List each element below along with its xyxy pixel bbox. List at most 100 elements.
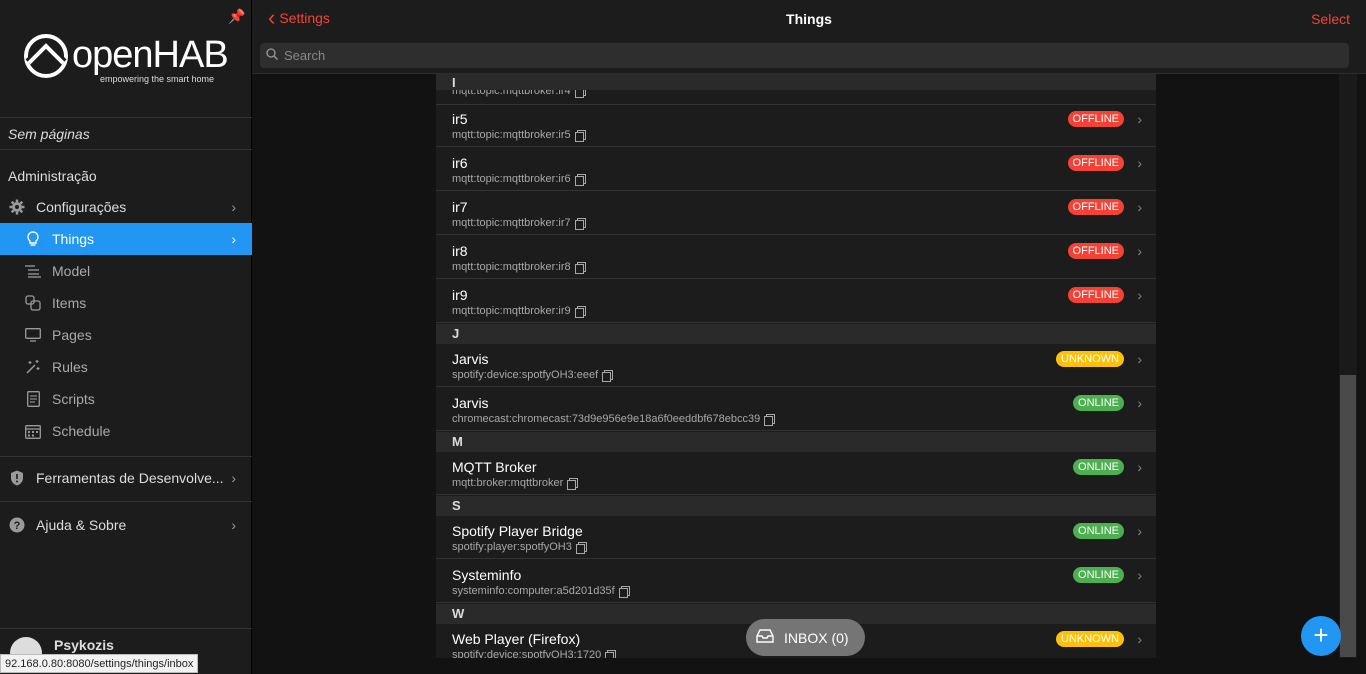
pin-icon[interactable]: 📌 — [228, 8, 245, 25]
status-badge: OFFLINE — [1067, 199, 1124, 215]
sidebar-item-help[interactable]: ? Ajuda & Sobre › — [0, 509, 252, 541]
copy-icon[interactable] — [602, 369, 614, 382]
list-item[interactable]: ir6 mqtt:topic:mqttbroker:ir6 OFFLINE › — [436, 148, 1156, 191]
list-icon — [25, 263, 41, 279]
sidebar-item-label: Scripts — [52, 391, 95, 407]
chevron-right-icon: › — [1137, 395, 1142, 411]
thing-name: MQTT Broker — [452, 459, 537, 475]
status-badge: OFFLINE — [1067, 287, 1124, 303]
status-badge: UNKNOWN — [1055, 351, 1124, 367]
copy-icon[interactable] — [574, 129, 586, 142]
group-header: I — [436, 74, 1156, 90]
copy-icon[interactable] — [764, 413, 776, 426]
chevron-right-icon: › — [1137, 155, 1142, 171]
sidebar-item-label: Configurações — [36, 199, 127, 215]
list-item[interactable]: ir9 mqtt:topic:mqttbroker:ir9 OFFLINE › — [436, 280, 1156, 323]
no-pages-label: Sem páginas — [8, 126, 90, 142]
status-badge: OFFLINE — [1067, 111, 1124, 127]
sidebar-item-configuracoes[interactable]: Configurações › — [0, 191, 252, 223]
sidebar-item-label: Things — [52, 231, 95, 247]
sidebar-item-pages[interactable]: Pages — [0, 319, 252, 351]
inbox-label: INBOX (0) — [784, 629, 849, 646]
select-button[interactable]: Select — [1311, 11, 1350, 27]
chevron-right-icon: › — [1137, 111, 1142, 127]
group-header: M — [436, 432, 1156, 452]
thing-uid: spotify:device:spotfyOH3:1720 — [452, 649, 617, 658]
sidebar-item-label: Pages — [52, 327, 92, 343]
items-icon — [25, 295, 41, 311]
thing-uid: mqtt:broker:mqttbroker — [452, 477, 579, 490]
sidebar-item-label: Schedule — [52, 423, 111, 439]
sidebar-item-things[interactable]: Things › — [0, 223, 252, 255]
list-item[interactable]: Spotify Player Bridge spotify:player:spot… — [436, 516, 1156, 559]
copy-icon[interactable] — [605, 649, 617, 658]
thing-name: ir6 — [452, 155, 468, 171]
thing-name: ir9 — [452, 287, 468, 303]
help-icon: ? — [9, 517, 25, 533]
copy-icon[interactable] — [567, 477, 579, 490]
list-item[interactable]: Jarvis spotify:device:spotfyOH3:eeef UNKNO… — [436, 344, 1156, 387]
scrollbar-thumb[interactable] — [1340, 375, 1356, 657]
chevron-right-icon: › — [1137, 243, 1142, 259]
wand-icon — [25, 359, 41, 375]
thing-uid: spotify:device:spotfyOH3:eeef — [452, 369, 614, 382]
copy-icon[interactable] — [574, 217, 586, 230]
thing-name: Spotify Player Bridge — [452, 523, 583, 539]
things-list: mqtt:topic:mqttbroker:ir4 I ir5 mqtt:topi… — [436, 74, 1156, 658]
list-item[interactable]: Systeminfo systeminfo:computer:a5d201d35f… — [436, 560, 1156, 603]
inbox-button[interactable]: INBOX (0) — [746, 619, 865, 656]
gear-icon — [9, 199, 25, 215]
copy-icon[interactable] — [574, 261, 586, 274]
navbar: ‹ Settings Things Select — [252, 0, 1366, 74]
sidebar-item-label: Ferramentas de Desenvolve... — [36, 470, 224, 486]
chevron-right-icon: › — [1137, 199, 1142, 215]
openhab-logo[interactable]: openHAB empowering the smart home — [24, 32, 229, 84]
sidebar-item-label: Ajuda & Sobre — [36, 517, 127, 533]
monitor-icon — [25, 327, 41, 343]
thing-uid: mqtt:topic:mqttbroker:ir5 — [452, 129, 586, 142]
copy-icon[interactable] — [575, 541, 587, 554]
group-header: J — [436, 324, 1156, 344]
search-bar[interactable] — [260, 43, 1349, 68]
thing-name: ir8 — [452, 243, 468, 259]
add-thing-button[interactable]: + — [1301, 616, 1341, 656]
divider — [0, 117, 252, 118]
document-icon — [25, 391, 41, 407]
list-item[interactable]: ir8 mqtt:topic:mqttbroker:ir8 OFFLINE › — [436, 236, 1156, 279]
sidebar-item-dev-tools[interactable]: Ferramentas de Desenvolve... › — [0, 462, 252, 494]
thing-uid: systeminfo:computer:a5d201d35f — [452, 585, 630, 598]
thing-name: Web Player (Firefox) — [452, 631, 581, 647]
copy-icon[interactable] — [618, 585, 630, 598]
calendar-icon — [25, 423, 41, 439]
list-item[interactable]: MQTT Broker mqtt:broker:mqttbroker ONLINE › — [436, 452, 1156, 495]
copy-icon[interactable] — [574, 173, 586, 186]
thing-uid: mqtt:topic:mqttbroker:ir8 — [452, 261, 586, 274]
search-input[interactable] — [284, 48, 1349, 63]
sidebar-item-model[interactable]: Model — [0, 255, 252, 287]
copy-icon[interactable] — [574, 305, 586, 318]
status-badge: ONLINE — [1073, 459, 1124, 475]
sidebar-item-schedule[interactable]: Schedule — [0, 415, 252, 447]
shield-icon — [9, 470, 25, 486]
list-item[interactable]: ir7 mqtt:topic:mqttbroker:ir7 OFFLINE › — [436, 192, 1156, 235]
list-item[interactable]: ir5 mqtt:topic:mqttbroker:ir5 OFFLINE › — [436, 104, 1156, 147]
thing-name: Jarvis — [452, 351, 489, 367]
sidebar-item-scripts[interactable]: Scripts — [0, 383, 252, 415]
divider — [0, 456, 252, 457]
chevron-right-icon: › — [1137, 351, 1142, 367]
chevron-right-icon: › — [231, 517, 236, 533]
sidebar-item-label: Rules — [52, 359, 88, 375]
chevron-right-icon: › — [231, 470, 236, 486]
sidebar-item-items[interactable]: Items — [0, 287, 252, 319]
logo-tagline: empowering the smart home — [100, 74, 215, 84]
status-badge: ONLINE — [1073, 567, 1124, 583]
divider — [0, 149, 252, 150]
sidebar: 📌 openHAB empowering the smart home Sem … — [0, 0, 252, 674]
user-name: Psykozis — [54, 637, 114, 653]
thing-name: ir7 — [452, 199, 468, 215]
status-badge: ONLINE — [1073, 523, 1124, 539]
search-icon — [266, 47, 278, 65]
chevron-right-icon: › — [1137, 567, 1142, 583]
list-item[interactable]: Jarvis chromecast:chromecast:73d9e956e9e1… — [436, 388, 1156, 431]
sidebar-item-rules[interactable]: Rules — [0, 351, 252, 383]
